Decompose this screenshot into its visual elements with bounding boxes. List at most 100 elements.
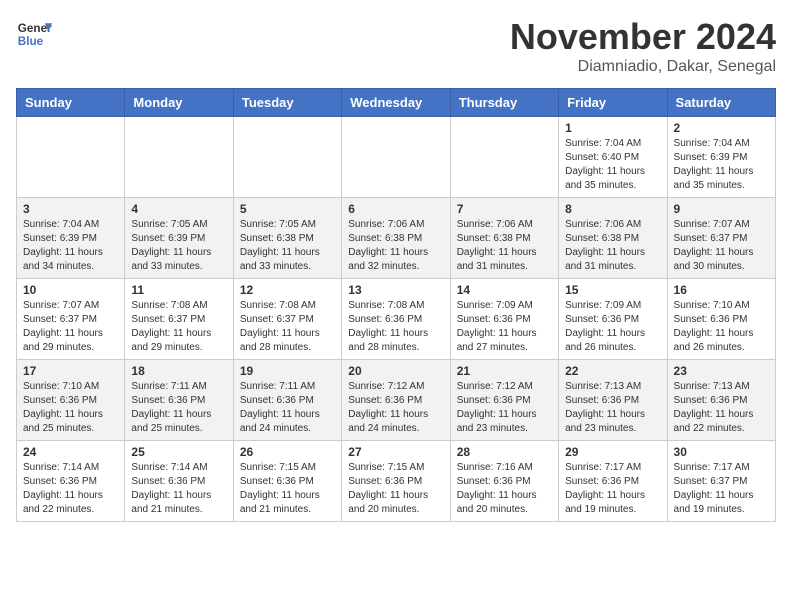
day-info: Sunrise: 7:11 AM Sunset: 6:36 PM Dayligh… <box>131 380 226 436</box>
day-info: Sunrise: 7:11 AM Sunset: 6:36 PM Dayligh… <box>240 380 335 436</box>
day-number: 14 <box>457 283 552 297</box>
day-info: Sunrise: 7:08 AM Sunset: 6:37 PM Dayligh… <box>131 299 226 355</box>
day-number: 8 <box>565 202 660 216</box>
calendar-cell: 16 Sunrise: 7:10 AM Sunset: 6:36 PM Dayli… <box>667 279 775 360</box>
day-number: 22 <box>565 364 660 378</box>
day-info: Sunrise: 7:09 AM Sunset: 6:36 PM Dayligh… <box>457 299 552 355</box>
calendar-cell: 22 Sunrise: 7:13 AM Sunset: 6:36 PM Dayli… <box>559 360 667 441</box>
day-info: Sunrise: 7:05 AM Sunset: 6:38 PM Dayligh… <box>240 218 335 274</box>
calendar-cell: 19 Sunrise: 7:11 AM Sunset: 6:36 PM Dayli… <box>233 360 341 441</box>
calendar-cell: 14 Sunrise: 7:09 AM Sunset: 6:36 PM Dayli… <box>450 279 558 360</box>
day-number: 16 <box>674 283 769 297</box>
day-number: 19 <box>240 364 335 378</box>
weekday-header: Saturday <box>667 89 775 117</box>
day-info: Sunrise: 7:08 AM Sunset: 6:37 PM Dayligh… <box>240 299 335 355</box>
calendar-cell: 21 Sunrise: 7:12 AM Sunset: 6:36 PM Dayli… <box>450 360 558 441</box>
weekday-header: Wednesday <box>342 89 450 117</box>
day-info: Sunrise: 7:04 AM Sunset: 6:40 PM Dayligh… <box>565 137 660 193</box>
day-number: 2 <box>674 121 769 135</box>
day-info: Sunrise: 7:17 AM Sunset: 6:37 PM Dayligh… <box>674 461 769 517</box>
calendar-cell: 18 Sunrise: 7:11 AM Sunset: 6:36 PM Dayli… <box>125 360 233 441</box>
calendar-cell: 9Sunrise: 7:07 AM Sunset: 6:37 PM Daylig… <box>667 198 775 279</box>
calendar-week-row: 3 Sunrise: 7:04 AM Sunset: 6:39 PM Daylig… <box>17 198 776 279</box>
day-info: Sunrise: 7:04 AM Sunset: 6:39 PM Dayligh… <box>674 137 769 193</box>
calendar-cell <box>125 117 233 198</box>
day-number: 29 <box>565 445 660 459</box>
day-info: Sunrise: 7:06 AM Sunset: 6:38 PM Dayligh… <box>457 218 552 274</box>
day-info: Sunrise: 7:07 AM Sunset: 6:37 PM Dayligh… <box>674 218 769 274</box>
day-number: 24 <box>23 445 118 459</box>
day-info: Sunrise: 7:06 AM Sunset: 6:38 PM Dayligh… <box>348 218 443 274</box>
calendar-cell: 25 Sunrise: 7:14 AM Sunset: 6:36 PM Dayli… <box>125 441 233 522</box>
logo: General Blue <box>16 16 52 52</box>
calendar-cell: 7Sunrise: 7:06 AM Sunset: 6:38 PM Daylig… <box>450 198 558 279</box>
calendar-cell: 20 Sunrise: 7:12 AM Sunset: 6:36 PM Dayli… <box>342 360 450 441</box>
day-info: Sunrise: 7:15 AM Sunset: 6:36 PM Dayligh… <box>348 461 443 517</box>
calendar-cell: 4 Sunrise: 7:05 AM Sunset: 6:39 PM Daylig… <box>125 198 233 279</box>
calendar-cell: 3 Sunrise: 7:04 AM Sunset: 6:39 PM Daylig… <box>17 198 125 279</box>
day-info: Sunrise: 7:13 AM Sunset: 6:36 PM Dayligh… <box>674 380 769 436</box>
calendar-cell <box>233 117 341 198</box>
day-info: Sunrise: 7:08 AM Sunset: 6:36 PM Dayligh… <box>348 299 443 355</box>
day-info: Sunrise: 7:14 AM Sunset: 6:36 PM Dayligh… <box>131 461 226 517</box>
day-number: 17 <box>23 364 118 378</box>
calendar-cell: 28Sunrise: 7:16 AM Sunset: 6:36 PM Dayli… <box>450 441 558 522</box>
calendar-week-row: 1Sunrise: 7:04 AM Sunset: 6:40 PM Daylig… <box>17 117 776 198</box>
weekday-header: Monday <box>125 89 233 117</box>
day-info: Sunrise: 7:17 AM Sunset: 6:36 PM Dayligh… <box>565 461 660 517</box>
day-info: Sunrise: 7:16 AM Sunset: 6:36 PM Dayligh… <box>457 461 552 517</box>
day-number: 20 <box>348 364 443 378</box>
day-info: Sunrise: 7:04 AM Sunset: 6:39 PM Dayligh… <box>23 218 118 274</box>
title-block: November 2024 Diamniadio, Dakar, Senegal <box>510 16 776 76</box>
day-info: Sunrise: 7:07 AM Sunset: 6:37 PM Dayligh… <box>23 299 118 355</box>
calendar-week-row: 10Sunrise: 7:07 AM Sunset: 6:37 PM Dayli… <box>17 279 776 360</box>
calendar-cell: 27 Sunrise: 7:15 AM Sunset: 6:36 PM Dayli… <box>342 441 450 522</box>
day-number: 18 <box>131 364 226 378</box>
month-title: November 2024 <box>510 16 776 58</box>
day-info: Sunrise: 7:12 AM Sunset: 6:36 PM Dayligh… <box>457 380 552 436</box>
page-header: General Blue November 2024 Diamniadio, D… <box>16 16 776 76</box>
calendar-cell: 15 Sunrise: 7:09 AM Sunset: 6:36 PM Dayli… <box>559 279 667 360</box>
day-number: 5 <box>240 202 335 216</box>
weekday-header: Sunday <box>17 89 125 117</box>
day-info: Sunrise: 7:14 AM Sunset: 6:36 PM Dayligh… <box>23 461 118 517</box>
weekday-header: Thursday <box>450 89 558 117</box>
day-number: 27 <box>348 445 443 459</box>
day-info: Sunrise: 7:15 AM Sunset: 6:36 PM Dayligh… <box>240 461 335 517</box>
calendar-table: SundayMondayTuesdayWednesdayThursdayFrid… <box>16 88 776 522</box>
day-number: 13 <box>348 283 443 297</box>
day-number: 12 <box>240 283 335 297</box>
day-number: 25 <box>131 445 226 459</box>
day-info: Sunrise: 7:05 AM Sunset: 6:39 PM Dayligh… <box>131 218 226 274</box>
day-number: 3 <box>23 202 118 216</box>
day-number: 21 <box>457 364 552 378</box>
calendar-cell: 11 Sunrise: 7:08 AM Sunset: 6:37 PM Dayli… <box>125 279 233 360</box>
calendar-cell: 8 Sunrise: 7:06 AM Sunset: 6:38 PM Daylig… <box>559 198 667 279</box>
calendar-cell: 2 Sunrise: 7:04 AM Sunset: 6:39 PM Daylig… <box>667 117 775 198</box>
calendar-cell: 23Sunrise: 7:13 AM Sunset: 6:36 PM Dayli… <box>667 360 775 441</box>
weekday-header: Tuesday <box>233 89 341 117</box>
calendar-cell: 13 Sunrise: 7:08 AM Sunset: 6:36 PM Dayli… <box>342 279 450 360</box>
calendar-cell: 1Sunrise: 7:04 AM Sunset: 6:40 PM Daylig… <box>559 117 667 198</box>
calendar-cell: 30Sunrise: 7:17 AM Sunset: 6:37 PM Dayli… <box>667 441 775 522</box>
calendar-week-row: 17 Sunrise: 7:10 AM Sunset: 6:36 PM Dayli… <box>17 360 776 441</box>
calendar-cell: 12 Sunrise: 7:08 AM Sunset: 6:37 PM Dayli… <box>233 279 341 360</box>
day-info: Sunrise: 7:12 AM Sunset: 6:36 PM Dayligh… <box>348 380 443 436</box>
day-number: 6 <box>348 202 443 216</box>
day-number: 4 <box>131 202 226 216</box>
day-info: Sunrise: 7:06 AM Sunset: 6:38 PM Dayligh… <box>565 218 660 274</box>
calendar-cell: 29 Sunrise: 7:17 AM Sunset: 6:36 PM Dayli… <box>559 441 667 522</box>
calendar-week-row: 24 Sunrise: 7:14 AM Sunset: 6:36 PM Dayli… <box>17 441 776 522</box>
calendar-cell <box>450 117 558 198</box>
day-number: 15 <box>565 283 660 297</box>
day-info: Sunrise: 7:10 AM Sunset: 6:36 PM Dayligh… <box>23 380 118 436</box>
calendar-cell: 17 Sunrise: 7:10 AM Sunset: 6:36 PM Dayli… <box>17 360 125 441</box>
day-info: Sunrise: 7:13 AM Sunset: 6:36 PM Dayligh… <box>565 380 660 436</box>
calendar-cell: 24 Sunrise: 7:14 AM Sunset: 6:36 PM Dayli… <box>17 441 125 522</box>
calendar-cell: 6 Sunrise: 7:06 AM Sunset: 6:38 PM Daylig… <box>342 198 450 279</box>
weekday-header: Friday <box>559 89 667 117</box>
calendar-header-row: SundayMondayTuesdayWednesdayThursdayFrid… <box>17 89 776 117</box>
day-info: Sunrise: 7:09 AM Sunset: 6:36 PM Dayligh… <box>565 299 660 355</box>
day-number: 11 <box>131 283 226 297</box>
day-info: Sunrise: 7:10 AM Sunset: 6:36 PM Dayligh… <box>674 299 769 355</box>
